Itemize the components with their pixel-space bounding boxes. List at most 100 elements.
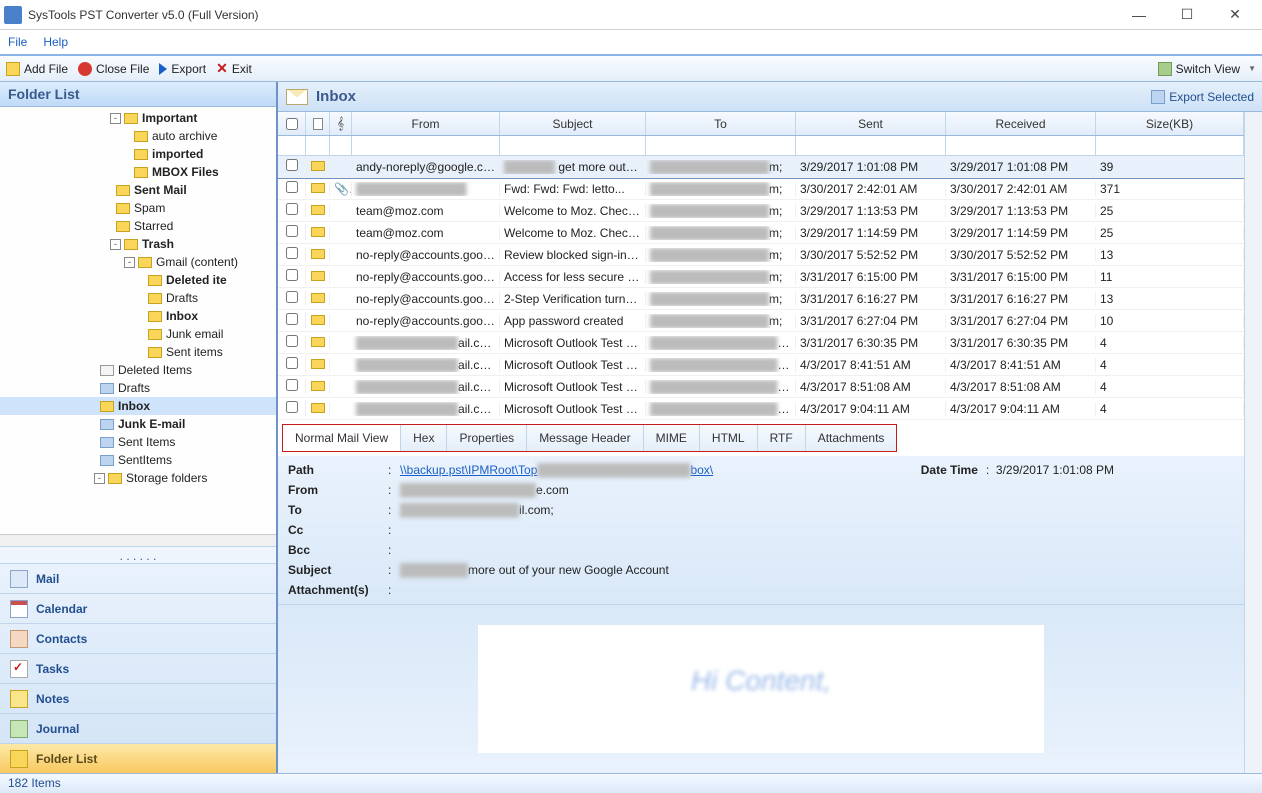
tree-node-spam[interactable]: Spam xyxy=(0,199,276,217)
tree-node-sentitems[interactable]: SentItems xyxy=(0,451,276,469)
col-received[interactable]: Received xyxy=(946,112,1096,135)
nav-item-cal[interactable]: Calendar xyxy=(0,593,276,623)
switch-view-button[interactable]: Switch View▼ xyxy=(1158,62,1256,76)
detail-bcc-label: Bcc xyxy=(288,543,388,557)
tab-normal-mail-view[interactable]: Normal Mail View xyxy=(283,425,401,451)
detail-path-link[interactable]: \\backup.pst\IPMRoot\Top████████████████… xyxy=(400,463,713,477)
maximize-button[interactable]: ☐ xyxy=(1172,5,1202,25)
select-all-checkbox[interactable] xyxy=(286,118,298,130)
tab-mime[interactable]: MIME xyxy=(644,425,700,451)
left-pane: Folder List -Importantauto archiveimport… xyxy=(0,82,278,773)
export-selected-button[interactable]: Export Selected xyxy=(1151,90,1254,104)
tree-node-mbox-files[interactable]: MBOX Files xyxy=(0,163,276,181)
col-attachment-icon[interactable]: 𝄞 xyxy=(330,112,352,135)
row-checkbox[interactable] xyxy=(278,313,306,328)
expander-icon[interactable]: - xyxy=(110,113,121,124)
cell-to: ██████████████m; xyxy=(646,270,796,284)
tree-node-junk-email[interactable]: Junk email xyxy=(0,325,276,343)
row-checkbox[interactable] xyxy=(278,247,306,262)
folder-tree[interactable]: -Importantauto archiveimportedMBOX Files… xyxy=(0,107,276,534)
export-button[interactable]: Export xyxy=(159,62,206,76)
nav-grip[interactable]: . . . . . . xyxy=(0,546,276,563)
col-checkbox[interactable] xyxy=(278,112,306,135)
tree-node-sent-items[interactable]: Sent items xyxy=(0,343,276,361)
message-row[interactable]: no-reply@accounts.google....Review block… xyxy=(278,244,1244,266)
tab-properties[interactable]: Properties xyxy=(447,425,527,451)
tab-html[interactable]: HTML xyxy=(700,425,758,451)
message-row[interactable]: no-reply@accounts.google....App password… xyxy=(278,310,1244,332)
minimize-button[interactable]: — xyxy=(1124,5,1154,25)
nav-item-con[interactable]: Contacts xyxy=(0,623,276,653)
message-row[interactable]: no-reply@accounts.google....Access for l… xyxy=(278,266,1244,288)
tree-node-starred[interactable]: Starred xyxy=(0,217,276,235)
nav-item-mail[interactable]: Mail xyxy=(0,563,276,593)
message-row[interactable]: andy-noreply@google.com██████ get more o… xyxy=(278,156,1244,178)
menu-file[interactable]: File xyxy=(8,35,27,49)
tree-node-storage-folders[interactable]: -Storage folders xyxy=(0,469,276,487)
toolbar: Add File Close File Export ✕Exit Switch … xyxy=(0,56,1262,82)
tree-node-drafts[interactable]: Drafts xyxy=(0,289,276,307)
tree-node-inbox[interactable]: Inbox xyxy=(0,307,276,325)
close-file-button[interactable]: Close File xyxy=(78,62,149,76)
tree-label: Inbox xyxy=(166,309,198,323)
tree-node-important[interactable]: -Important xyxy=(0,109,276,127)
message-row[interactable]: ████████████ail.comMicrosoft Outlook Tes… xyxy=(278,398,1244,420)
tab-attachments[interactable]: Attachments xyxy=(806,425,897,451)
menu-help[interactable]: Help xyxy=(43,35,68,49)
message-row[interactable]: ████████████ail.comMicrosoft Outlook Tes… xyxy=(278,332,1244,354)
add-file-button[interactable]: Add File xyxy=(6,62,68,76)
expander-icon[interactable]: - xyxy=(124,257,135,268)
row-checkbox[interactable] xyxy=(278,181,306,196)
message-row[interactable]: team@moz.comWelcome to Moz. Check out...… xyxy=(278,222,1244,244)
tree-node-inbox[interactable]: Inbox xyxy=(0,397,276,415)
tab-rtf[interactable]: RTF xyxy=(758,425,806,451)
row-checkbox[interactable] xyxy=(278,357,306,372)
expander-icon[interactable]: - xyxy=(110,239,121,250)
nav-item-fold[interactable]: Folder List xyxy=(0,743,276,773)
close-button[interactable]: ✕ xyxy=(1220,5,1250,25)
tree-node-sent-items[interactable]: Sent Items xyxy=(0,433,276,451)
col-read-icon[interactable] xyxy=(306,112,330,135)
message-row[interactable]: ████████████ail.comMicrosoft Outlook Tes… xyxy=(278,354,1244,376)
tree-node-deleted-ite[interactable]: Deleted ite xyxy=(0,271,276,289)
tree-node-imported[interactable]: imported xyxy=(0,145,276,163)
nav-item-note[interactable]: Notes xyxy=(0,683,276,713)
expander-icon[interactable]: - xyxy=(94,473,105,484)
exit-button[interactable]: ✕Exit xyxy=(216,60,252,77)
tree-node-junk-e-mail[interactable]: Junk E-mail xyxy=(0,415,276,433)
message-row[interactable]: no-reply@accounts.google....2-Step Verif… xyxy=(278,288,1244,310)
vertical-scrollbar[interactable] xyxy=(1244,112,1262,773)
grid-filter-row[interactable] xyxy=(278,136,1244,156)
cell-sent: 3/29/2017 1:14:59 PM xyxy=(796,226,946,240)
nav-item-jour[interactable]: Journal xyxy=(0,713,276,743)
row-checkbox[interactable] xyxy=(278,335,306,350)
message-row[interactable]: 📎█████████████Fwd: Fwd: Fwd: letto...███… xyxy=(278,178,1244,200)
tree-node-trash[interactable]: -Trash xyxy=(0,235,276,253)
row-checkbox[interactable] xyxy=(278,203,306,218)
message-grid[interactable]: andy-noreply@google.com██████ get more o… xyxy=(278,156,1244,420)
nav-item-task[interactable]: Tasks xyxy=(0,653,276,683)
nav-label: Mail xyxy=(36,572,59,586)
row-checkbox[interactable] xyxy=(278,225,306,240)
tree-node-drafts[interactable]: Drafts xyxy=(0,379,276,397)
row-checkbox[interactable] xyxy=(278,159,306,174)
col-from[interactable]: From xyxy=(352,112,500,135)
col-to[interactable]: To xyxy=(646,112,796,135)
row-checkbox[interactable] xyxy=(278,291,306,306)
tree-node-auto-archive[interactable]: auto archive xyxy=(0,127,276,145)
col-size[interactable]: Size(KB) xyxy=(1096,112,1244,135)
envelope-icon xyxy=(306,314,330,328)
tree-horizontal-scrollbar[interactable] xyxy=(0,534,276,546)
tab-message-header[interactable]: Message Header xyxy=(527,425,643,451)
message-row[interactable]: ████████████ail.comMicrosoft Outlook Tes… xyxy=(278,376,1244,398)
col-sent[interactable]: Sent xyxy=(796,112,946,135)
tree-node-deleted-items[interactable]: Deleted Items xyxy=(0,361,276,379)
tree-node-gmail-(content)[interactable]: -Gmail (content) xyxy=(0,253,276,271)
col-subject[interactable]: Subject xyxy=(500,112,646,135)
row-checkbox[interactable] xyxy=(278,379,306,394)
row-checkbox[interactable] xyxy=(278,269,306,284)
tab-hex[interactable]: Hex xyxy=(401,425,447,451)
row-checkbox[interactable] xyxy=(278,401,306,416)
message-row[interactable]: team@moz.comWelcome to Moz. Check out...… xyxy=(278,200,1244,222)
tree-node-sent-mail[interactable]: Sent Mail xyxy=(0,181,276,199)
